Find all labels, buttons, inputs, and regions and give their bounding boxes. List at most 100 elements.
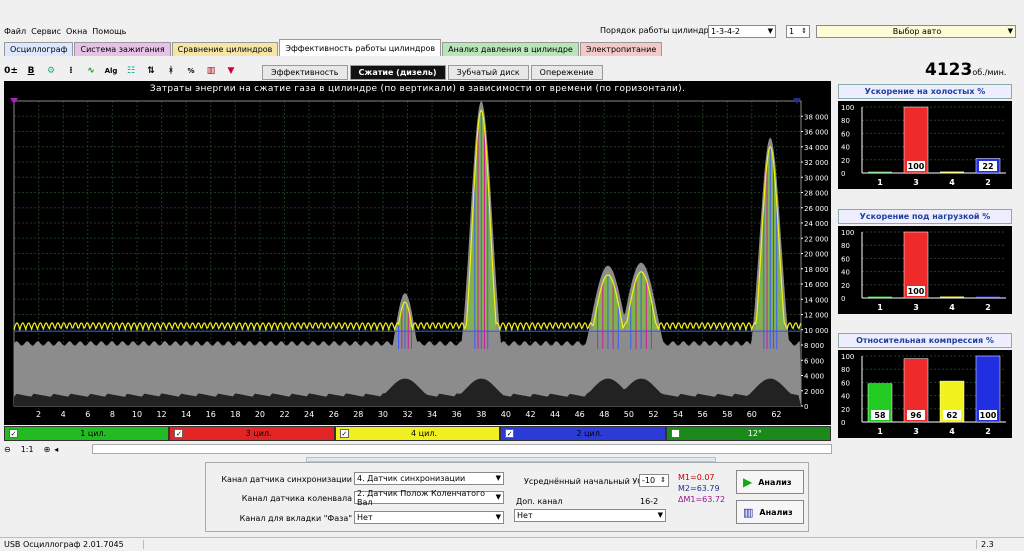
tab-pressure-analysis[interactable]: Анализ давления в цилиндре bbox=[442, 42, 579, 56]
checkbox[interactable]: ✓ bbox=[9, 429, 18, 438]
cylinder-index-value: 1 bbox=[789, 27, 795, 36]
rpm-value: 4123 bbox=[925, 60, 973, 80]
scale-icon[interactable]: ᚼ bbox=[164, 64, 178, 78]
zoom-out-icon[interactable]: ⊖ bbox=[4, 445, 11, 454]
panel-y-tick: 80 bbox=[841, 366, 850, 374]
sub-tabs: Эффективность Сжатие (дизель) Зубчатый д… bbox=[262, 65, 605, 80]
panel-title[interactable]: Относительная компрессия % bbox=[838, 333, 1012, 348]
bar-value-label: 58 bbox=[874, 411, 886, 420]
channel-cyl-4[interactable]: ✓ 4 цил. bbox=[334, 426, 501, 441]
zoom-in-icon[interactable]: ⊕ bbox=[44, 445, 51, 454]
analyze-label: Анализ bbox=[758, 477, 792, 487]
checkbox[interactable]: ✓ bbox=[505, 429, 515, 438]
panel-load-accel: Ускорение под нагрузкой % 100 80 60 40 20 0 1 1… bbox=[838, 209, 1012, 316]
uoz-value: -10 bbox=[642, 476, 656, 485]
chevron-down-icon: ▼ bbox=[495, 513, 501, 521]
tree-icon[interactable]: ☷ bbox=[124, 64, 138, 78]
compression-chart[interactable]: 2 4 6 8 10 12 14 16 18 20 22 24 26 28 30 32 34 36 38 40 42 44… bbox=[4, 81, 831, 425]
status-right: 2.3 bbox=[976, 540, 1016, 549]
y-tick-label: 30 000 bbox=[804, 174, 829, 182]
horizontal-scrollbar[interactable] bbox=[92, 444, 832, 454]
channel-cyl-2[interactable]: ✓ 2 цил. bbox=[500, 426, 666, 441]
bars-icon[interactable]: ▥ bbox=[204, 64, 218, 78]
panel-title[interactable]: Ускорение под нагрузкой % bbox=[838, 209, 1012, 224]
cylinder-label: 2 bbox=[985, 178, 991, 187]
menu-help[interactable]: Помощь bbox=[92, 27, 126, 36]
x-tick-label: 10 bbox=[132, 410, 142, 419]
tab-oscilloscope[interactable]: Осциллограф bbox=[4, 42, 74, 56]
car-select[interactable]: Выбор авто ▼ bbox=[816, 25, 1016, 38]
subtab-efficiency[interactable]: Эффективность bbox=[262, 65, 348, 80]
analyze-button[interactable]: ▶ Анализ bbox=[736, 470, 804, 494]
compression-chart-bars: 100 80 60 40 20 0 58 1 96 3 62 4 100 2 bbox=[838, 350, 1012, 438]
cylinder-label: 2 bbox=[985, 427, 991, 436]
x-tick-label: 16 bbox=[206, 410, 216, 419]
subtab-compression[interactable]: Сжатие (дизель) bbox=[349, 65, 446, 80]
tab-cylinder-compare[interactable]: Сравнение цилиндров bbox=[171, 42, 279, 56]
menu-file[interactable]: Файл bbox=[4, 27, 26, 36]
rpm-readout: 4123об./мин. bbox=[925, 60, 1006, 80]
spin-arrows-icon: ⇕ bbox=[660, 476, 666, 484]
subtab-advance[interactable]: Опережение bbox=[530, 65, 603, 80]
analyze-compare-button[interactable]: ▥ Анализ bbox=[736, 500, 804, 524]
menu-windows[interactable]: Окна bbox=[66, 27, 87, 36]
channel-angle[interactable]: 12° bbox=[665, 426, 832, 441]
car-select-value: Выбор авто bbox=[892, 27, 942, 36]
channel-label: 4 цил. bbox=[411, 429, 437, 438]
splitter[interactable] bbox=[306, 457, 716, 462]
y-tick-label: 18 000 bbox=[804, 266, 829, 274]
y-tick-label: 10 000 bbox=[804, 327, 829, 335]
x-tick-label: 24 bbox=[304, 410, 314, 419]
bold-b-icon[interactable]: B bbox=[24, 64, 38, 78]
crank-channel-value: 2. Датчик Полож Коленчатого Вал bbox=[357, 488, 486, 507]
uoz-spinner[interactable]: -10 ⇕ bbox=[639, 474, 669, 487]
panel-y-tick: 60 bbox=[841, 379, 850, 387]
y-tick-label: 16 000 bbox=[804, 281, 829, 289]
x-tick-label: 40 bbox=[501, 410, 511, 419]
y-tick-label: 34 000 bbox=[804, 144, 829, 152]
channel-cyl-1[interactable]: ✓ 1 цил. bbox=[4, 426, 170, 441]
status-bar: USB Осциллограф 2.01.7045 2.3 bbox=[0, 537, 1024, 551]
tab-ignition[interactable]: Система зажигания bbox=[74, 42, 171, 56]
subtab-gear-disk[interactable]: Зубчатый диск bbox=[447, 65, 529, 80]
x-tick-label: 26 bbox=[329, 410, 339, 419]
scroll-left-icon[interactable]: ◂ bbox=[54, 445, 58, 454]
alg-icon[interactable]: Alg bbox=[104, 64, 118, 78]
percent-icon[interactable]: % bbox=[184, 64, 198, 78]
markers-icon[interactable]: ⁝ bbox=[64, 64, 78, 78]
filter-icon[interactable]: ⇅ bbox=[144, 64, 158, 78]
bar-value-label: 62 bbox=[946, 411, 957, 420]
checkbox[interactable] bbox=[670, 429, 680, 438]
graph-icon[interactable]: ∿ bbox=[84, 64, 98, 78]
tab-power-supply[interactable]: Электропитание bbox=[579, 42, 663, 56]
cylinder-label: 4 bbox=[949, 178, 955, 187]
app-version: USB Осциллограф 2.01.7045 bbox=[4, 540, 144, 549]
extra-channel-select[interactable]: Нет ▼ bbox=[514, 509, 666, 522]
cylinder-label: 3 bbox=[913, 178, 919, 187]
funnel-icon[interactable]: ▼ bbox=[224, 64, 238, 78]
menu-service[interactable]: Сервис bbox=[31, 27, 61, 36]
play-icon: ▶ bbox=[743, 475, 753, 489]
chevron-down-icon: ▼ bbox=[767, 27, 773, 35]
rpm-unit: об./мин. bbox=[972, 68, 1007, 77]
cylinder-order-select[interactable]: 1-3-4-2 ▼ bbox=[708, 25, 776, 38]
settings-icon[interactable]: ⚙ bbox=[44, 64, 58, 78]
x-tick-label: 44 bbox=[550, 410, 560, 419]
sync-channel-select[interactable]: 4. Датчик синхронизации ▼ bbox=[354, 472, 504, 485]
y-tick-label: 22 000 bbox=[804, 235, 829, 243]
phase-channel-select[interactable]: Нет ▼ bbox=[354, 511, 504, 524]
bar-value-label: 100 bbox=[980, 411, 997, 420]
panel-y-tick: 0 bbox=[841, 295, 845, 303]
phase-channel-value: Нет bbox=[357, 513, 373, 522]
panel-y-tick: 40 bbox=[841, 393, 850, 401]
panel-title[interactable]: Ускорение на холостых % bbox=[838, 84, 1012, 99]
checkbox[interactable]: ✓ bbox=[174, 429, 184, 438]
checkbox[interactable]: ✓ bbox=[339, 429, 349, 438]
y-tick-label: 20 000 bbox=[804, 251, 829, 259]
tab-cylinder-efficiency[interactable]: Эффективность работы цилиндров bbox=[279, 39, 442, 56]
panel-y-tick: 20 bbox=[841, 406, 850, 414]
channel-cyl-3[interactable]: ✓ 3 цил. bbox=[169, 426, 335, 441]
crank-channel-select[interactable]: 2. Датчик Полож Коленчатого Вал ▼ bbox=[354, 488, 504, 507]
increment-decrement-icon[interactable]: 0± bbox=[4, 64, 18, 78]
cylinder-index-spinner[interactable]: 1 ⇕ bbox=[786, 25, 810, 38]
